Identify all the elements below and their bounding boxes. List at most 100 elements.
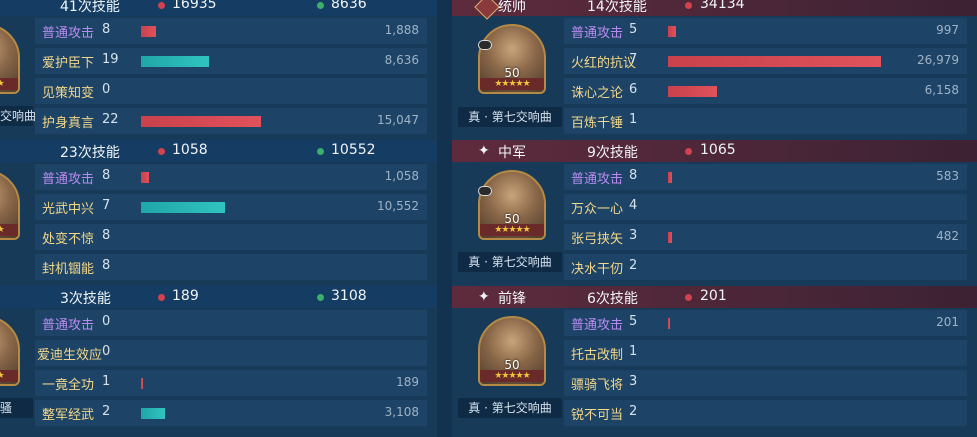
skill-name: 普通攻击 [42,318,95,333]
sparkle-icon: ✦ [478,289,490,305]
skill-row: 光武中兴 7 10,552 [35,194,427,220]
damage-bar [141,378,143,389]
skill-value: 15,047 [377,113,419,127]
skill-row: 托古改制 1 [564,340,967,366]
skill-name: 普通攻击 [571,26,624,41]
skill-row: 普通攻击 5 201 [564,310,967,336]
skill-count: 7 [102,198,111,213]
skill-name: 锐不可当 [571,408,624,423]
skill-row: 整军经武 2 3,108 [35,400,427,426]
skill-count: 22 [102,112,119,127]
skill-count: 2 [102,404,111,419]
sparkle-icon: ✦ [478,143,490,159]
damage-dot-icon [158,2,165,9]
skill-name: 处变不惊 [42,232,95,247]
general-portrait[interactable]: 50 ★★★★★ [478,170,546,240]
general-header: 41次技能 16935 8636 [0,0,437,16]
skill-row: 护身真言 22 15,047 [35,108,427,134]
skill-row: 普通攻击 8 1,058 [35,164,427,190]
general-portrait[interactable]: ★★★★★ [0,170,20,240]
heal-bar [141,202,225,213]
skill-count: 0 [102,344,111,359]
skill-name: 普通攻击 [571,318,624,333]
skill-name: 火红的抗议 [571,56,637,71]
damage-bar [668,26,676,37]
skill-name: 普通攻击 [42,26,95,41]
damage-dot-icon [685,294,692,301]
skill-row: 张弓挟矢 3 482 [564,224,967,250]
skill-value: 482 [936,229,959,243]
damage-bar [141,116,261,127]
skill-row: 普通攻击 8 583 [564,164,967,190]
skill-count: 3 [629,228,638,243]
right-team-panel: 统帅 14次技能 34134 50 ★★★★★ 真 · 第七交响曲 普通攻击 5… [452,0,977,437]
damage-bar [668,232,672,243]
damage-dot-icon [158,294,165,301]
general-portrait[interactable]: ★★★★★ [0,316,20,386]
skill-count: 6 [629,82,638,97]
skill-name: 护身真言 [42,116,95,131]
general-header: 3次技能 189 3108 [0,286,437,308]
skill-name: 一竟全功 [42,378,95,393]
heal-total: 8636 [331,0,367,12]
general-portrait[interactable]: 50 ★★★★★ [478,316,546,386]
damage-dot-icon [685,2,692,9]
star-rating: ★★★★★ [0,370,18,382]
skill-count: 19 [102,52,119,67]
skill-value: 1,888 [384,23,419,37]
skill-name: 爱护臣下 [42,56,95,71]
damage-dot-icon [158,148,165,155]
skill-count: 8 [102,258,111,273]
damage-bar [668,56,881,67]
skill-row: 封机锢能 8 [35,254,427,280]
damage-total: 1065 [700,142,736,158]
damage-bar [141,26,156,37]
damage-bar [141,172,149,183]
skill-count: 0 [102,82,111,97]
damage-total: 1058 [172,142,208,158]
skill-name: 普通攻击 [42,172,95,187]
damage-dot-icon [685,148,692,155]
skill-cast-count: 6次技能 [587,291,638,307]
damage-total: 201 [700,288,727,304]
skill-value: 3,108 [384,405,419,419]
skill-row: 普通攻击 8 1,888 [35,18,427,44]
general-role: 统帅 [498,0,526,15]
heal-dot-icon [317,2,324,9]
troop-type-icon [478,40,492,50]
skill-value: 189 [396,375,419,389]
heal-dot-icon [317,294,324,301]
skill-row: 爱迪生效应 0 [35,340,427,366]
skill-row: 百炼千锤 1 [564,108,967,134]
skill-cast-count: 14次技能 [587,0,647,15]
damage-total: 34134 [700,0,745,12]
skill-value: 6,158 [924,83,959,97]
skill-value: 583 [936,169,959,183]
skill-name: 百炼千锤 [571,116,624,131]
skill-count: 8 [102,228,111,243]
skill-row: 万众一心 4 [564,194,967,220]
skill-value: 201 [936,315,959,329]
skill-count: 8 [102,168,111,183]
skill-count: 2 [629,404,638,419]
skill-row: 骠骑飞将 3 [564,370,967,396]
skill-count: 1 [629,112,638,127]
heal-dot-icon [317,148,324,155]
general-role: 中军 [498,145,526,161]
skill-name: 光武中兴 [42,202,95,217]
skill-count: 4 [629,198,638,213]
skill-row: 见策知变 0 [35,78,427,104]
skill-cast-count: 41次技能 [60,0,120,15]
skill-name: 决水干仞 [571,262,624,277]
tactic-label: 交响曲 [0,106,36,126]
star-rating: ★★★★★ [480,78,544,90]
skill-count: 7 [629,52,638,67]
skill-row: 普通攻击 5 997 [564,18,967,44]
general-portrait[interactable]: ★★★★★ [0,24,20,94]
star-rating: ★★★★★ [480,370,544,382]
skill-cast-count: 23次技能 [60,145,120,161]
general-header: ✦ 中军 9次技能 1065 [452,140,977,162]
skill-row: 处变不惊 8 [35,224,427,250]
general-portrait[interactable]: 50 ★★★★★ [478,24,546,94]
damage-total: 189 [172,288,199,304]
